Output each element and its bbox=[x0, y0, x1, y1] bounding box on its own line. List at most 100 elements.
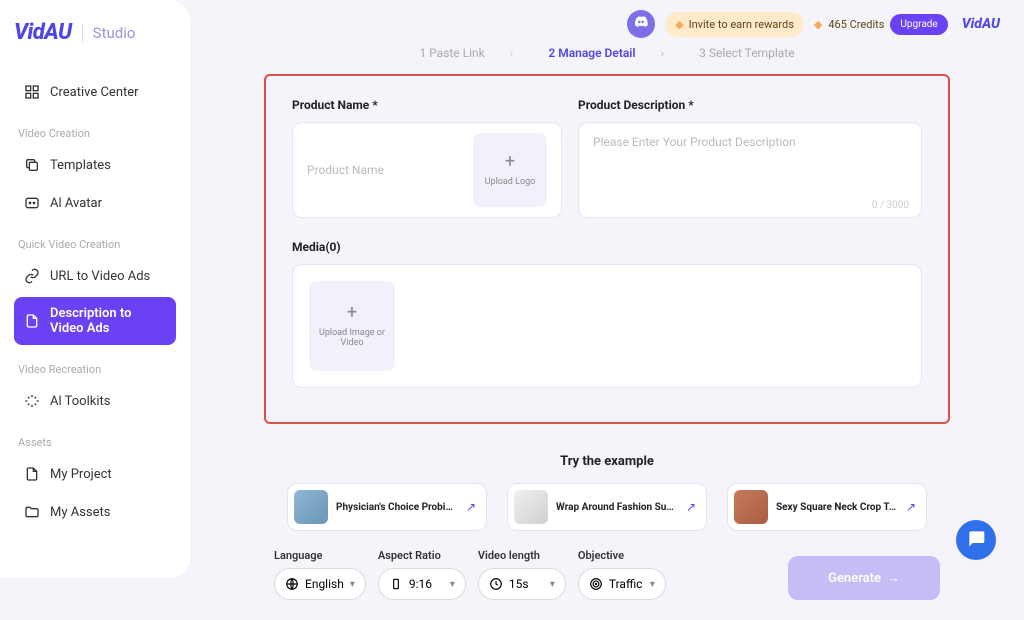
discord-button[interactable] bbox=[627, 10, 655, 38]
example-card-3[interactable]: Sexy Square Neck Crop To... ↗ bbox=[727, 483, 927, 531]
product-name-card: + Upload Logo bbox=[292, 122, 562, 218]
discord-icon bbox=[633, 14, 649, 34]
grid-icon bbox=[24, 84, 40, 100]
topbar: ◆ Invite to earn rewards ◆ 465 Credits U… bbox=[627, 10, 1000, 38]
chevron-down-icon: ▾ bbox=[450, 579, 455, 590]
sidebar: VidAU Studio Creative Center Video Creat… bbox=[0, 0, 190, 578]
try-example-title: Try the example bbox=[214, 454, 1000, 469]
sparkle-icon bbox=[24, 393, 40, 409]
example-label: Sexy Square Neck Crop To... bbox=[776, 502, 898, 513]
sidebar-item-url-to-video[interactable]: URL to Video Ads bbox=[14, 259, 176, 293]
step-1[interactable]: 1 Paste Link› bbox=[419, 46, 513, 60]
arrow-up-right-icon: ↗ bbox=[466, 500, 476, 514]
example-card-2[interactable]: Wrap Around Fashion Sun... ↗ bbox=[507, 483, 707, 531]
sidebar-item-label: My Assets bbox=[50, 505, 110, 520]
rectangle-portrait-icon bbox=[389, 577, 403, 591]
chat-icon bbox=[966, 528, 986, 552]
section-label-video-creation: Video Creation bbox=[18, 127, 176, 140]
section-label-quick: Quick Video Creation bbox=[18, 238, 176, 251]
chevron-down-icon: ▾ bbox=[350, 579, 355, 590]
invite-button[interactable]: ◆ Invite to earn rewards bbox=[665, 12, 804, 37]
sidebar-item-creative-center[interactable]: Creative Center bbox=[14, 75, 176, 109]
product-description-label: Product Description * bbox=[578, 98, 922, 112]
sidebar-item-templates[interactable]: Templates bbox=[14, 148, 176, 182]
product-description-card: 0 / 3000 bbox=[578, 122, 922, 218]
arrow-right-icon: → bbox=[887, 570, 900, 586]
product-description-input[interactable] bbox=[579, 123, 921, 217]
arrow-up-right-icon: ↗ bbox=[906, 500, 916, 514]
plus-icon: + bbox=[347, 304, 357, 322]
sidebar-item-label: Templates bbox=[50, 158, 111, 173]
chat-support-button[interactable] bbox=[956, 520, 996, 560]
upload-logo-label: Upload Logo bbox=[485, 177, 536, 187]
example-thumbnail bbox=[514, 490, 548, 524]
chevron-right-icon: › bbox=[661, 46, 665, 60]
studio-label: Studio bbox=[82, 24, 136, 42]
sidebar-item-label: Creative Center bbox=[50, 85, 139, 100]
objective-label: Objective bbox=[578, 549, 666, 562]
example-thumbnail bbox=[734, 490, 768, 524]
sidebar-item-my-project[interactable]: My Project bbox=[14, 457, 176, 491]
credits-display: ◆ 465 Credits Upgrade bbox=[814, 14, 948, 35]
examples-row: Physician's Choice Probiot... ↗ Wrap Aro… bbox=[214, 483, 1000, 531]
file-icon bbox=[24, 466, 40, 482]
document-icon bbox=[24, 313, 40, 329]
logo-row: VidAU Studio bbox=[14, 20, 176, 45]
upload-media-label: Upload Image or Video bbox=[309, 328, 395, 348]
plus-icon: + bbox=[505, 153, 515, 171]
section-label-recreation: Video Recreation bbox=[18, 363, 176, 376]
step-3[interactable]: 3 Select Template bbox=[699, 46, 794, 60]
media-label: Media(0) bbox=[292, 240, 922, 254]
link-icon bbox=[24, 268, 40, 284]
objective-value: Traffic bbox=[609, 577, 643, 591]
globe-icon bbox=[285, 577, 299, 591]
sidebar-item-label: Al Toolkits bbox=[50, 394, 110, 409]
language-value: English bbox=[305, 577, 344, 591]
diamond-icon: ◆ bbox=[814, 18, 822, 31]
sidebar-item-description-to-video[interactable]: Description to Video Ads bbox=[14, 297, 176, 345]
length-value: 15s bbox=[509, 577, 529, 591]
example-label: Wrap Around Fashion Sun... bbox=[556, 502, 678, 513]
sidebar-item-ai-toolkits[interactable]: Al Toolkits bbox=[14, 384, 176, 418]
length-label: Video length bbox=[478, 549, 566, 562]
language-label: Language bbox=[274, 549, 366, 562]
clock-icon bbox=[489, 577, 503, 591]
generate-label: Generate bbox=[828, 571, 881, 586]
form-highlighted-area: Product Name * + Upload Logo Product Des… bbox=[264, 74, 950, 424]
length-dropdown[interactable]: 15s ▾ bbox=[478, 568, 566, 600]
upload-logo-button[interactable]: + Upload Logo bbox=[473, 133, 547, 207]
aspect-label: Aspect Ratio bbox=[378, 549, 466, 562]
upgrade-button[interactable]: Upgrade bbox=[890, 14, 947, 35]
sidebar-item-label: Description to Video Ads bbox=[50, 306, 166, 336]
sidebar-item-label: URL to Video Ads bbox=[50, 269, 150, 284]
example-label: Physician's Choice Probiot... bbox=[336, 502, 458, 513]
chevron-down-icon: ▾ bbox=[550, 579, 555, 590]
copy-icon bbox=[24, 157, 40, 173]
folder-icon bbox=[24, 504, 40, 520]
media-card: + Upload Image or Video bbox=[292, 264, 922, 388]
upload-media-button[interactable]: + Upload Image or Video bbox=[309, 281, 395, 371]
sidebar-item-ai-avatar[interactable]: Al Avatar bbox=[14, 186, 176, 220]
credits-value: 465 Credits bbox=[828, 18, 884, 31]
objective-dropdown[interactable]: Traffic ▾ bbox=[578, 568, 666, 600]
invite-label: Invite to earn rewards bbox=[689, 18, 794, 31]
diamond-icon: ◆ bbox=[675, 18, 683, 31]
logo: VidAU bbox=[14, 20, 72, 45]
main-content: ◆ Invite to earn rewards ◆ 465 Credits U… bbox=[190, 0, 1024, 578]
char-counter: 0 / 3000 bbox=[872, 200, 909, 211]
sidebar-item-label: Al Avatar bbox=[50, 196, 102, 211]
brand-small: VidAU bbox=[962, 16, 1000, 32]
sidebar-item-my-assets[interactable]: My Assets bbox=[14, 495, 176, 529]
avatar-icon bbox=[24, 195, 40, 211]
example-thumbnail bbox=[294, 490, 328, 524]
controls-row: Language English ▾ Aspect Ratio 9:16 ▾ V… bbox=[214, 549, 1000, 620]
example-card-1[interactable]: Physician's Choice Probiot... ↗ bbox=[287, 483, 487, 531]
generate-button[interactable]: Generate → bbox=[788, 556, 940, 600]
target-icon bbox=[589, 577, 603, 591]
arrow-up-right-icon: ↗ bbox=[686, 500, 696, 514]
language-dropdown[interactable]: English ▾ bbox=[274, 568, 366, 600]
aspect-dropdown[interactable]: 9:16 ▾ bbox=[378, 568, 466, 600]
product-name-input[interactable] bbox=[307, 137, 463, 203]
step-2[interactable]: 2 Manage Detail› bbox=[548, 46, 664, 60]
chevron-right-icon: › bbox=[510, 46, 514, 60]
